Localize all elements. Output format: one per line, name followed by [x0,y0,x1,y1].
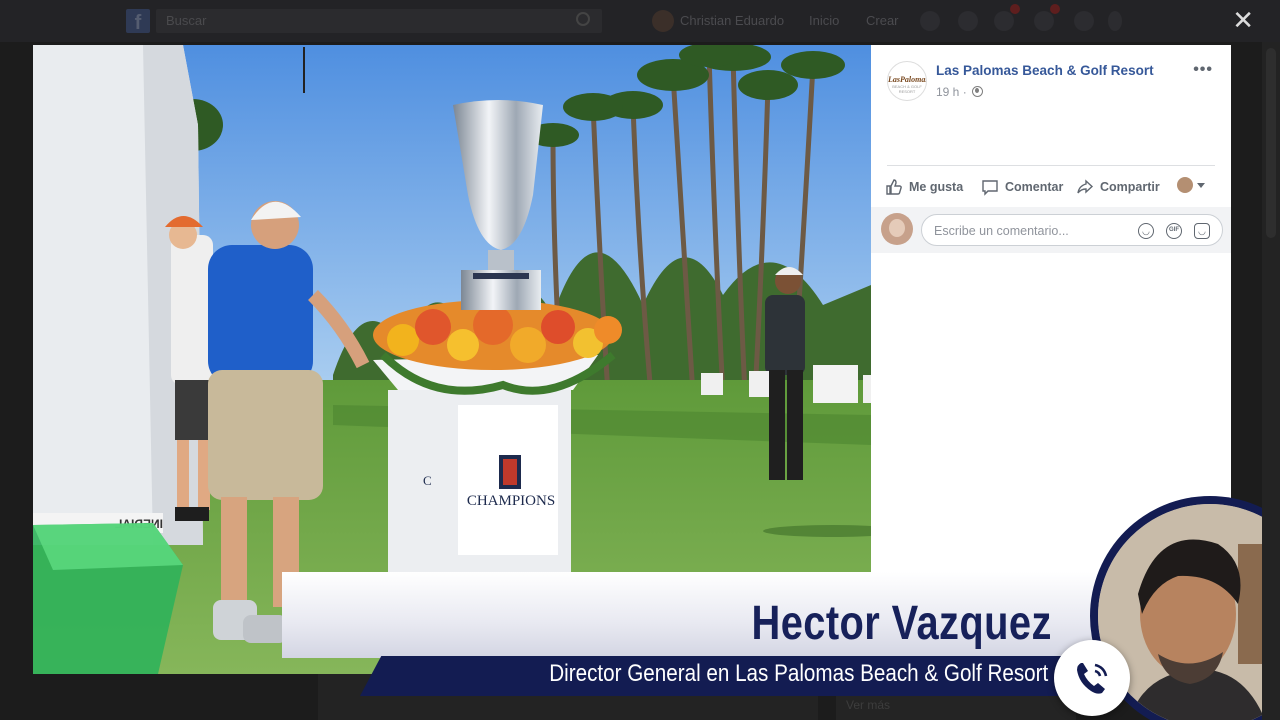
background-text: Ver más [846,698,891,712]
messenger-icon[interactable] [958,11,978,31]
post-time[interactable]: 19 h [936,85,959,99]
globe-icon [972,86,984,97]
like-button[interactable]: Me gusta [885,175,963,199]
dropdown-arrow-icon[interactable] [1108,11,1122,31]
search-placeholder: Buscar [166,13,207,28]
scrollbar-thumb[interactable] [1266,48,1276,238]
more-options-icon[interactable]: ••• [1193,61,1213,79]
phone-call-button[interactable] [1054,640,1130,716]
close-viewer-button[interactable]: ✕ [1232,6,1254,34]
guest-name: Hector Vazquez [751,597,1052,650]
comment-icon [982,180,998,196]
page-avatar[interactable]: LasPalomas BEACH & GOLF RESORT [887,61,927,101]
sticker-icon[interactable]: ◡ [1194,223,1210,239]
nav-create-link[interactable]: Crear [866,13,899,28]
page-name-link[interactable]: Las Palomas Beach & Golf Resort [936,63,1154,78]
post-meta: 19 h · [936,85,984,99]
help-icon[interactable] [1034,11,1054,31]
comment-button[interactable]: Comentar [981,175,1063,199]
menu-icon[interactable] [1074,11,1094,31]
guest-role: Director General en Las Palomas Beach & … [548,660,1048,687]
comment-placeholder: Escribe un comentario... [934,224,1069,238]
search-input[interactable]: Buscar [156,9,602,33]
search-icon[interactable] [576,12,590,26]
share-icon [1077,179,1094,194]
user-avatar[interactable] [652,10,674,32]
gif-icon[interactable]: GIF [1166,223,1182,239]
facebook-top-bar: f Buscar Christian Eduardo Inicio Crear [0,0,1280,42]
nav-home-link[interactable]: Inicio [809,13,839,28]
help-badge [1050,4,1060,14]
comment-label: Comentar [1005,180,1064,194]
notifications-icon[interactable] [994,11,1014,31]
notification-badge [1010,4,1020,14]
comment-input[interactable]: Escribe un comentario... ◡ GIF ◡ [921,214,1223,246]
share-button[interactable]: Compartir [1076,175,1160,199]
emoji-icon[interactable]: ◡ [1138,223,1154,239]
my-avatar[interactable] [881,213,913,245]
share-label: Compartir [1100,180,1160,194]
pedestal-brand-text: CHAMPIONS [467,493,555,509]
like-label: Me gusta [909,180,964,194]
page-avatar-logo: LasPalomas [888,75,927,84]
page-avatar-subtitle: BEACH & GOLF RESORT [892,84,922,94]
thumbs-up-icon [886,179,902,195]
facebook-logo-icon[interactable]: f [126,9,150,34]
pedestal-side-text: C [423,473,432,488]
user-name-link[interactable]: Christian Eduardo [680,13,784,28]
chevron-down-icon[interactable] [1197,183,1205,188]
phone-icon [1077,663,1108,694]
reaction-avatar[interactable] [1177,177,1193,193]
divider [887,165,1215,166]
friends-icon[interactable] [920,11,940,31]
